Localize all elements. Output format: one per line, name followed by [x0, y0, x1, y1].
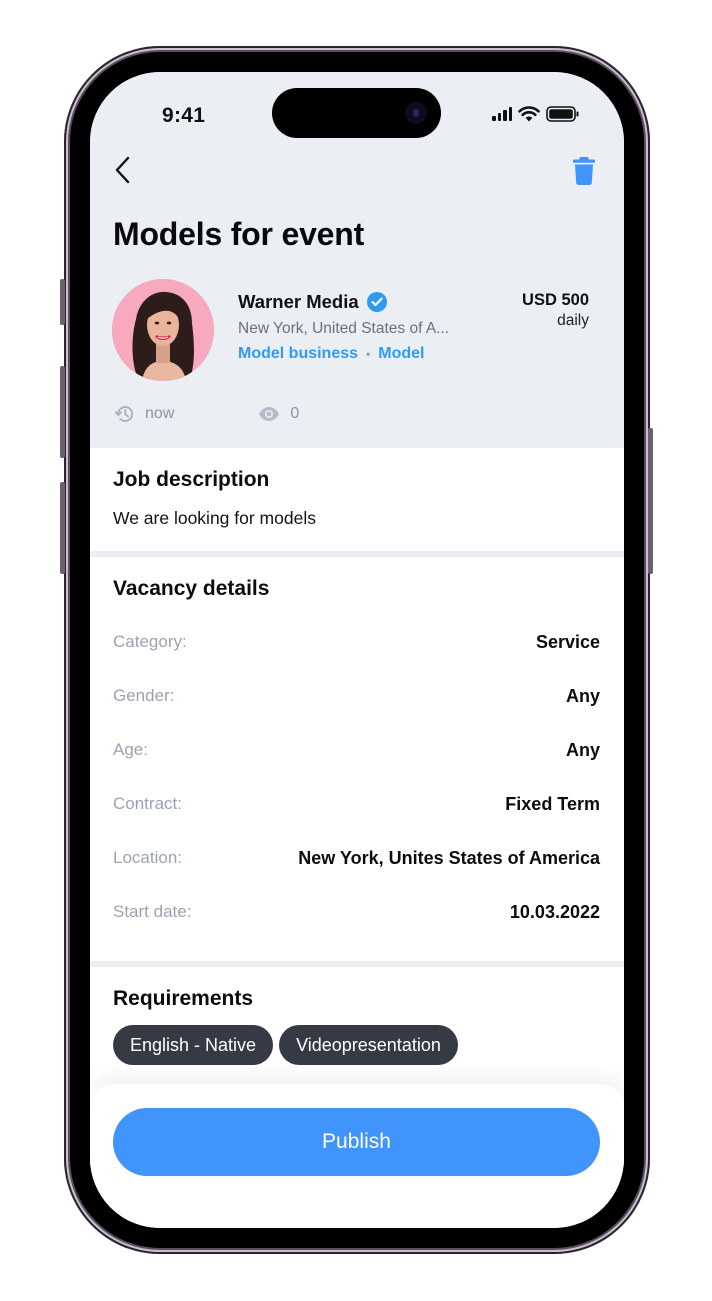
employer-tags: Model business • Model — [238, 345, 424, 363]
status-icons — [492, 106, 580, 122]
detail-value: Service — [535, 631, 600, 652]
dynamic-island — [272, 88, 441, 138]
detail-value: 10.03.2022 — [509, 901, 600, 922]
volume-down-button — [60, 482, 65, 574]
status-time: 9:41 — [162, 104, 206, 127]
detail-value: Any — [565, 685, 600, 706]
detail-label: Location: — [113, 848, 182, 867]
separator-dot: • — [366, 347, 371, 361]
eye-icon — [259, 407, 280, 421]
detail-row-contract: Contract: Fixed Term — [113, 792, 600, 816]
requirement-chip[interactable]: Videopresentation — [279, 1025, 458, 1065]
job-description-section: Job description We are looking for model… — [90, 448, 624, 552]
job-meta: now 0 — [115, 404, 299, 424]
detail-row-start-date: Start date: 10.03.2022 — [113, 900, 600, 924]
cellular-signal-icon — [492, 107, 512, 121]
chevron-left-icon — [115, 156, 130, 184]
employer-location: New York, United States of A... — [238, 320, 450, 337]
employer-name[interactable]: Warner Media — [238, 291, 359, 313]
posted-time: now — [115, 404, 174, 424]
camera-icon — [405, 102, 427, 124]
detail-label: Age: — [113, 740, 148, 759]
tag-link[interactable]: Model — [378, 345, 424, 363]
employer-avatar[interactable] — [112, 279, 214, 381]
posted-time-text: now — [145, 405, 175, 422]
section-title: Requirements — [113, 987, 254, 1010]
price-period: daily — [557, 312, 589, 329]
detail-label: Contract: — [113, 794, 182, 813]
avatar-photo — [112, 279, 214, 381]
price-block: USD 500 daily — [522, 291, 589, 330]
detail-label: Category: — [113, 632, 187, 651]
action-button — [60, 279, 65, 325]
trash-icon — [573, 157, 595, 185]
screen: 9:41 Models for event Warner Media New Y… — [90, 72, 624, 1228]
power-button — [648, 428, 653, 574]
detail-row-location: Location: New York, Unites States of Ame… — [113, 846, 600, 870]
requirement-chip[interactable]: English - Native — [113, 1025, 274, 1065]
detail-value: New York, Unites States of America — [298, 847, 600, 868]
volume-up-button — [60, 366, 65, 458]
job-description-text: We are looking for models — [113, 508, 316, 528]
detail-value: Fixed Term — [505, 793, 600, 814]
detail-row-age: Age: Any — [113, 738, 600, 762]
page-title: Models for event — [113, 216, 365, 252]
job-header: 9:41 Models for event Warner Media New Y… — [90, 72, 624, 448]
detail-value: Any — [565, 739, 600, 760]
view-count-text: 0 — [290, 405, 300, 422]
verified-badge-icon — [366, 292, 387, 312]
detail-row-category: Category: Service — [113, 630, 600, 654]
detail-label: Start date: — [113, 902, 192, 921]
bottom-action-bar: Publish — [90, 1084, 624, 1228]
detail-row-gender: Gender: Any — [113, 684, 600, 708]
tag-link[interactable]: Model business — [238, 345, 358, 363]
publish-button[interactable]: Publish — [113, 1108, 600, 1176]
wifi-icon — [518, 106, 540, 122]
view-count: 0 — [258, 405, 299, 423]
delete-button[interactable] — [572, 156, 596, 186]
employer-name-row: Warner Media — [238, 291, 387, 313]
price-amount: USD 500 — [522, 291, 589, 309]
battery-icon — [546, 106, 579, 122]
history-icon — [115, 406, 134, 422]
requirement-chips: English - Native Videopresentation — [113, 1025, 458, 1065]
back-button[interactable] — [110, 154, 136, 188]
vacancy-details-section: Vacancy details Category: Service Gender… — [90, 557, 624, 961]
section-title: Job description — [113, 468, 270, 491]
section-title: Vacancy details — [113, 577, 270, 600]
detail-label: Gender: — [113, 686, 175, 705]
